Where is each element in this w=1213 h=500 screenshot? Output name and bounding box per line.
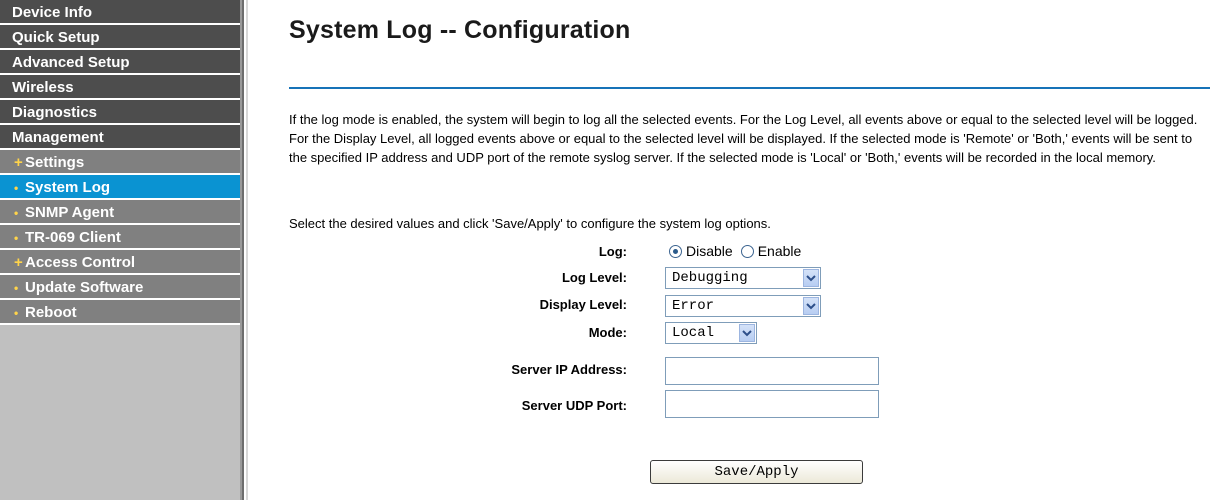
bullet-icon: • [14,231,19,245]
sidebar-item-label: SNMP Agent [25,204,115,221]
sidebar-item-label: System Log [25,179,111,196]
server-ip-label: Server IP Address: [511,362,627,377]
sidebar-item-system-log[interactable]: • System Log [0,175,240,200]
sidebar-item-access-control[interactable]: + Access Control [0,250,240,275]
sidebar-item-reboot[interactable]: • Reboot [0,300,240,325]
sidebar-item-label: Update Software [25,279,144,296]
sidebar-item-quick-setup[interactable]: Quick Setup [0,25,240,50]
display-level-value: Error [672,298,715,314]
display-level-label: Display Level: [539,297,627,312]
plus-icon: + [14,154,23,171]
bullet-icon: • [14,306,19,320]
sidebar-item-wireless[interactable]: Wireless [0,75,240,100]
log-disable-label: Disable [686,243,733,259]
sidebar-item-label: Reboot [25,304,77,321]
sidebar-item-label: TR-069 Client [25,229,121,246]
instruction-text: Select the desired values and click 'Sav… [289,216,771,231]
log-radio-group: Disable Enable [669,243,809,259]
sidebar-item-management[interactable]: Management [0,125,240,150]
sidebar-item-diagnostics[interactable]: Diagnostics [0,100,240,125]
server-udp-port-label: Server UDP Port: [521,398,627,413]
plus-icon: + [14,254,23,271]
mode-select[interactable]: Local [665,322,757,344]
sidebar-item-label: Quick Setup [12,29,100,46]
log-level-select[interactable]: Debugging [665,267,821,289]
mode-label: Mode: [588,325,627,340]
radio-selected-icon [673,248,678,254]
description-text: If the log mode is enabled, the system w… [289,112,1198,165]
sidebar-item-tr069-client[interactable]: • TR-069 Client [0,225,240,250]
main-content: System Log -- Configuration If the log m… [289,0,1213,500]
sidebar-divider [240,0,248,500]
sidebar-item-update-software[interactable]: • Update Software [0,275,240,300]
log-level-label: Log Level: [561,270,627,285]
page-title: System Log -- Configuration [289,16,631,44]
chevron-down-icon[interactable] [803,269,819,287]
sidebar-item-label: Management [12,129,104,146]
sidebar-nav: Device Info Quick Setup Advanced Setup W… [0,0,240,500]
log-level-value: Debugging [672,270,748,286]
bullet-icon: • [14,281,19,295]
sidebar-item-label: Wireless [12,79,74,96]
display-level-select[interactable]: Error [665,295,821,317]
sidebar-item-label: Settings [25,154,85,171]
log-enable-label: Enable [757,243,802,259]
log-enable-radio[interactable] [740,244,754,258]
mode-value: Local [672,325,715,341]
server-udp-port-input[interactable] [665,390,879,418]
sidebar-item-label: Access Control [25,254,136,271]
log-disable-radio[interactable] [669,244,682,258]
chevron-down-icon[interactable] [739,324,755,342]
save-apply-button[interactable]: Save/Apply [650,460,863,484]
title-divider [289,87,1210,89]
sidebar-item-device-info[interactable]: Device Info [0,0,240,25]
sidebar-item-settings[interactable]: + Settings [0,150,240,175]
bullet-icon: • [14,181,19,195]
log-label: Log: [598,244,627,259]
sidebar-item-label: Diagnostics [12,104,98,121]
sidebar-item-snmp-agent[interactable]: • SNMP Agent [0,200,240,225]
chevron-down-icon[interactable] [803,297,819,315]
sidebar-item-advanced-setup[interactable]: Advanced Setup [0,50,240,75]
sidebar-item-label: Advanced Setup [12,54,130,71]
bullet-icon: • [14,206,19,220]
sidebar-item-label: Device Info [12,4,93,21]
server-ip-input[interactable] [665,357,879,385]
